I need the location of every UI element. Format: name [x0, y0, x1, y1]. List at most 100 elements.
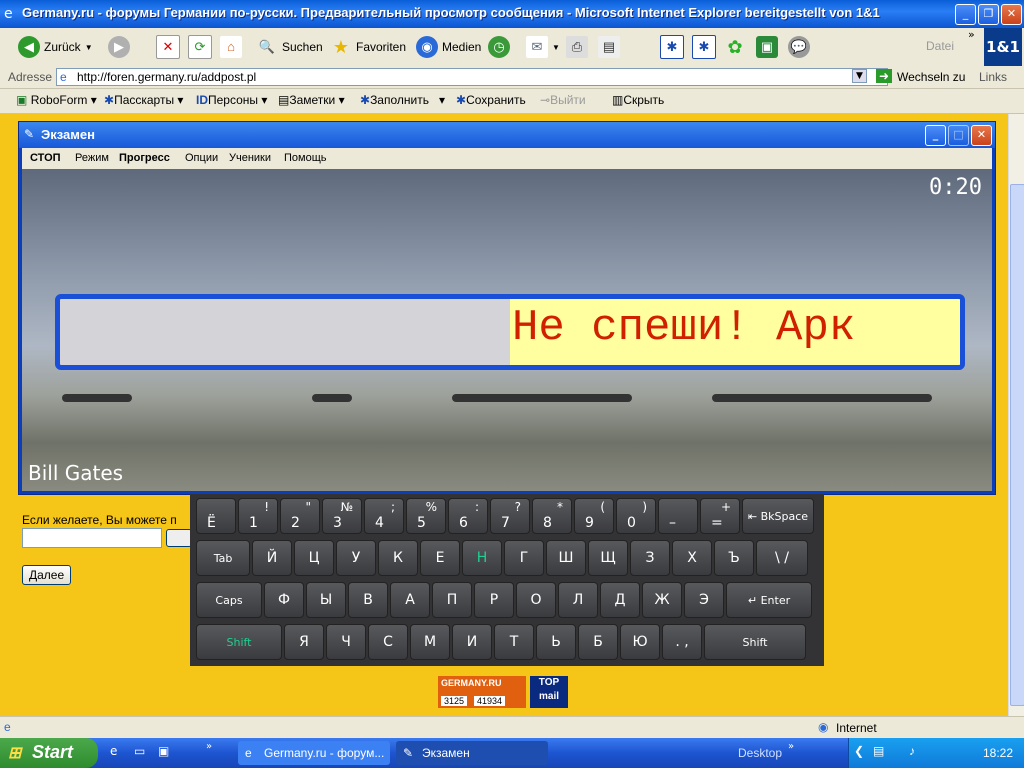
tray-expand-icon[interactable]: ❮: [854, 744, 864, 758]
key-row1-1[interactable]: ! 1: [238, 498, 278, 534]
close-icon[interactable]: ✕: [1001, 4, 1022, 25]
key-row2-8[interactable]: Щ: [588, 540, 628, 576]
page-text-input[interactable]: [22, 528, 162, 548]
messenger-button[interactable]: ▣: [756, 34, 778, 60]
key-row3-9[interactable]: Ж: [642, 582, 682, 618]
discuss-button[interactable]: 💬: [788, 34, 810, 60]
datei-menu[interactable]: Datei: [926, 39, 954, 53]
key-row2-0[interactable]: Й: [252, 540, 292, 576]
key-enter[interactable]: ↵ Enter: [726, 582, 812, 618]
key-row3-1[interactable]: Ы: [306, 582, 346, 618]
key-row1-7[interactable]: ? 7: [490, 498, 530, 534]
home-button[interactable]: ⌂: [220, 34, 242, 60]
chevron-down-icon[interactable]: ▼: [85, 43, 93, 52]
minimize-icon[interactable]: _: [955, 4, 976, 25]
topmail-logo[interactable]: TOP mail: [530, 676, 568, 708]
menu-students[interactable]: Ученики: [229, 152, 271, 164]
task-exam[interactable]: ✎ Экзамен: [396, 741, 548, 765]
save-button[interactable]: ✱Сохранить: [456, 93, 526, 107]
key-row4-2[interactable]: С: [368, 624, 408, 660]
key-row3-8[interactable]: Д: [600, 582, 640, 618]
key-row4-8[interactable]: Ю: [620, 624, 660, 660]
key-tab[interactable]: Tab: [196, 540, 250, 576]
key-row4-4[interactable]: И: [452, 624, 492, 660]
key-row3-5[interactable]: Р: [474, 582, 514, 618]
chevron-down-icon[interactable]: ▼: [552, 43, 560, 52]
germany-counter[interactable]: GERMANY.RU 3125 41934: [438, 676, 526, 708]
key-row1-8[interactable]: * 8: [532, 498, 572, 534]
key-shift-left[interactable]: Shift: [196, 624, 282, 660]
key-row1-10[interactable]: ) 0: [616, 498, 656, 534]
roboform-menu[interactable]: ▣ RoboForm ▾: [16, 93, 97, 107]
roboform-button[interactable]: ✱: [660, 34, 684, 60]
key-row2-4[interactable]: Е: [420, 540, 460, 576]
key-row2-7[interactable]: Ш: [546, 540, 586, 576]
tray-clock[interactable]: 18:22: [983, 746, 1013, 760]
history-button[interactable]: ◷: [488, 34, 510, 60]
print-button[interactable]: ⎙: [566, 34, 588, 60]
key-row3-2[interactable]: В: [348, 582, 388, 618]
url-input[interactable]: e http://foren.germany.ru/addpost.pl: [56, 68, 888, 86]
quicklaunch-media-icon[interactable]: ▣: [158, 744, 169, 758]
key-row4-5[interactable]: Т: [494, 624, 534, 660]
page-small-button[interactable]: [166, 529, 192, 547]
key-row3-0[interactable]: Ф: [264, 582, 304, 618]
key-row4-3[interactable]: М: [410, 624, 450, 660]
notes-menu[interactable]: ▤Заметки ▾: [278, 93, 345, 107]
desktop-toolbar-label[interactable]: Desktop: [738, 746, 782, 760]
key-row1-2[interactable]: " 2: [280, 498, 320, 534]
key-row3-4[interactable]: П: [432, 582, 472, 618]
key-row2-5[interactable]: Н: [462, 540, 502, 576]
favorites-button[interactable]: ★ Favoriten: [330, 34, 406, 60]
key-row2-1[interactable]: Ц: [294, 540, 334, 576]
go-arrow-icon[interactable]: ➜: [876, 69, 893, 83]
menu-options[interactable]: Опции: [185, 152, 218, 164]
start-button[interactable]: ⊞ Start: [0, 738, 98, 768]
quicklaunch-more-icon[interactable]: »: [206, 741, 212, 752]
close-icon[interactable]: ✕: [971, 125, 992, 146]
key-row3-7[interactable]: Л: [558, 582, 598, 618]
icq-button[interactable]: ✿: [724, 34, 746, 60]
key-row2-11[interactable]: Ъ: [714, 540, 754, 576]
scroll-thumb[interactable]: [1010, 184, 1024, 706]
key-row1-0[interactable]: Ё: [196, 498, 236, 534]
desktop-more-icon[interactable]: »: [788, 741, 794, 752]
key-caps[interactable]: Caps: [196, 582, 262, 618]
key-row1-3[interactable]: № 3: [322, 498, 362, 534]
go-button[interactable]: Wechseln zu: [897, 70, 965, 84]
key-row4-7[interactable]: Б: [578, 624, 618, 660]
tray-network-icon[interactable]: ▤: [873, 744, 884, 758]
maximize-icon[interactable]: □: [948, 125, 969, 146]
quicklaunch-desktop-icon[interactable]: ▭: [134, 744, 145, 758]
links-label[interactable]: Links: [979, 70, 1007, 84]
key-row2-12[interactable]: \ /: [756, 540, 808, 576]
identities-menu[interactable]: IDПерсоны ▾: [196, 93, 267, 107]
chevron-down-icon[interactable]: ▼: [852, 69, 867, 83]
key-row2-10[interactable]: Х: [672, 540, 712, 576]
page-scrollbar[interactable]: [1008, 114, 1024, 716]
key-row2-2[interactable]: У: [336, 540, 376, 576]
key-row4-9[interactable]: . ,: [662, 624, 702, 660]
key-row1-4[interactable]: ; 4: [364, 498, 404, 534]
menu-progress[interactable]: Прогресс: [119, 152, 170, 164]
menu-stop[interactable]: СТОП: [30, 152, 61, 164]
key-row1-11[interactable]: –: [658, 498, 698, 534]
refresh-button[interactable]: ⟳: [188, 34, 212, 60]
key-row2-9[interactable]: З: [630, 540, 670, 576]
key-row2-6[interactable]: Г: [504, 540, 544, 576]
key-backspace[interactable]: ⇤ BkSpace: [742, 498, 814, 534]
roboform-button-2[interactable]: ✱: [692, 34, 716, 60]
key-row1-6[interactable]: :6: [448, 498, 488, 534]
key-shift-right[interactable]: Shift: [704, 624, 806, 660]
maximize-icon[interactable]: ❐: [978, 4, 999, 25]
key-row2-3[interactable]: К: [378, 540, 418, 576]
key-row4-6[interactable]: Ь: [536, 624, 576, 660]
search-button[interactable]: 🔍 Suchen: [256, 34, 323, 60]
key-row1-12[interactable]: + =: [700, 498, 740, 534]
logoff-button[interactable]: ⊸Выйти: [540, 93, 586, 107]
menu-mode[interactable]: Режим: [75, 152, 109, 164]
edit-button[interactable]: ▤: [598, 34, 620, 60]
minimize-icon[interactable]: _: [925, 125, 946, 146]
key-row1-5[interactable]: % 5: [406, 498, 446, 534]
key-row3-10[interactable]: Э: [684, 582, 724, 618]
